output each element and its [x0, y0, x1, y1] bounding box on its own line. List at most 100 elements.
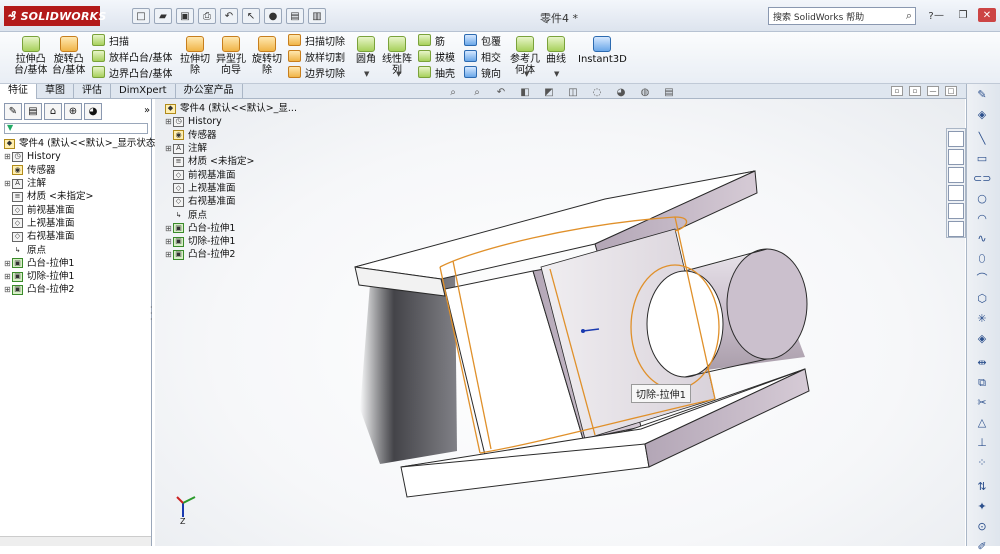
- draft-button[interactable]: 拔模: [418, 48, 455, 64]
- construction-geometry-icon[interactable]: △: [973, 416, 991, 430]
- display-manager-tab-icon[interactable]: ◕: [84, 103, 102, 120]
- file-explorer-icon[interactable]: [948, 167, 964, 183]
- viewport-maximize-icon[interactable]: □: [945, 86, 957, 96]
- repair-sketch-icon[interactable]: ✦: [973, 500, 991, 514]
- property-manager-tab-icon[interactable]: ▤: [24, 103, 42, 120]
- tree-item-sensors[interactable]: ◉ 传感器: [4, 164, 155, 177]
- move-entities-icon[interactable]: ⇅: [973, 480, 991, 494]
- horizontal-scrollbar[interactable]: [0, 536, 151, 546]
- arc-icon[interactable]: ◠: [973, 212, 991, 226]
- smart-dimension-icon[interactable]: ◈: [973, 108, 991, 122]
- expand-icon[interactable]: ⊞: [4, 270, 12, 283]
- tree-item-top-plane[interactable]: ◇ 上视基准面: [4, 217, 155, 230]
- tree-item-history[interactable]: ⊞ ◷ History: [4, 150, 155, 163]
- slot-icon[interactable]: ⊂⊃: [973, 172, 991, 186]
- tree-item-front-plane[interactable]: ◇ 前视基准面: [4, 203, 155, 216]
- undo-icon[interactable]: ↶: [220, 8, 238, 24]
- loft-cut-button[interactable]: 放样切割: [288, 48, 345, 64]
- help-search-input[interactable]: 搜索 SolidWorks 帮助 ⌕: [768, 7, 916, 25]
- tab-dimxpert[interactable]: DimXpert: [111, 84, 176, 99]
- boundary-cut-button[interactable]: 边界切除: [288, 64, 345, 80]
- mirror-entities-icon[interactable]: ⇹: [973, 356, 991, 370]
- quick-snaps-icon[interactable]: ⊙: [973, 520, 991, 534]
- part-model[interactable]: [155, 99, 965, 546]
- extrude-cut-button[interactable]: 拉伸切 除: [180, 36, 210, 76]
- tab-sketch[interactable]: 草图: [37, 84, 74, 99]
- close-icon[interactable]: ✕: [978, 8, 996, 22]
- solidworks-resources-icon[interactable]: [948, 131, 964, 147]
- custom-properties-icon[interactable]: [948, 221, 964, 237]
- new-icon[interactable]: □: [132, 8, 150, 24]
- expand-icon[interactable]: ⊞: [4, 150, 12, 163]
- file-properties-icon[interactable]: ▤: [286, 8, 304, 24]
- relations-icon[interactable]: ⊥: [973, 436, 991, 450]
- fillet-button[interactable]: 圆角: [356, 36, 376, 65]
- rectangle-icon[interactable]: ▭: [973, 152, 991, 166]
- sweep-cut-button[interactable]: 扫描切除: [288, 32, 345, 48]
- pattern-dropdown-icon[interactable]: ▼: [396, 70, 401, 78]
- expand-icon[interactable]: ⊞: [4, 177, 12, 190]
- appearances-icon[interactable]: [948, 203, 964, 219]
- tree-item-boss-extrude2[interactable]: ⊞ ▣ 凸台-拉伸2: [4, 283, 155, 296]
- mirror-button[interactable]: 镜向: [464, 64, 501, 80]
- circle-icon[interactable]: ○: [973, 192, 991, 206]
- restore-icon[interactable]: ❐: [954, 8, 972, 22]
- tab-evaluate[interactable]: 评估: [74, 84, 111, 99]
- offset-entities-icon[interactable]: ⧉: [973, 376, 991, 390]
- solidworks-logo[interactable]: ₰ SOLIDWORKS: [4, 6, 106, 26]
- sketch-icon[interactable]: ✎: [973, 88, 991, 102]
- viewport-minimize-icon[interactable]: —: [927, 86, 939, 96]
- configuration-manager-tab-icon[interactable]: ⌂: [44, 103, 62, 120]
- curves-button[interactable]: 曲线: [546, 36, 566, 65]
- tab-office-products[interactable]: 办公室产品: [176, 84, 243, 99]
- tree-item-annotations[interactable]: ⊞ A 注解: [4, 177, 155, 190]
- expand-icon[interactable]: ⊞: [4, 257, 12, 270]
- tab-features[interactable]: 特征: [0, 84, 37, 99]
- intersect-button[interactable]: 相交: [464, 48, 501, 64]
- hole-wizard-button[interactable]: 异型孔 向导: [216, 36, 246, 76]
- instant3d-button[interactable]: Instant3D: [578, 36, 627, 65]
- spline-icon[interactable]: ∿: [973, 232, 991, 246]
- minimize-icon[interactable]: —: [930, 8, 948, 22]
- tree-item-right-plane[interactable]: ◇ 右视基准面: [4, 230, 155, 243]
- tree-item-origin[interactable]: ↳ 原点: [4, 243, 155, 256]
- wrap-button[interactable]: 包覆: [464, 32, 501, 48]
- reference-geometry-dropdown-icon[interactable]: ▼: [524, 70, 529, 78]
- rib-button[interactable]: 筋: [418, 32, 445, 48]
- view-palette-icon[interactable]: [948, 185, 964, 201]
- save-icon[interactable]: ▣: [176, 8, 194, 24]
- point-icon[interactable]: ✳: [973, 312, 991, 326]
- revolve-cut-button[interactable]: 旋转切 除: [252, 36, 282, 76]
- ellipse-icon[interactable]: ⬯: [973, 252, 991, 266]
- boundary-boss-button[interactable]: 边界凸台/基体: [92, 64, 172, 80]
- tree-filter-input[interactable]: ▼: [4, 123, 148, 134]
- extrude-boss-button[interactable]: 拉伸凸 台/基体: [14, 36, 47, 76]
- panel-expand-icon[interactable]: »: [138, 103, 156, 120]
- trim-icon[interactable]: ✂: [973, 396, 991, 410]
- dimxpert-manager-tab-icon[interactable]: ⊕: [64, 103, 82, 120]
- shell-button[interactable]: 抽壳: [418, 64, 455, 80]
- viewport-tile-icon[interactable]: ▫: [909, 86, 921, 96]
- select-icon[interactable]: ↖: [242, 8, 260, 24]
- design-library-icon[interactable]: [948, 149, 964, 165]
- viewport-restore-icon[interactable]: ▫: [891, 86, 903, 96]
- sweep-button[interactable]: 扫描: [92, 32, 129, 48]
- options-icon[interactable]: ▥: [308, 8, 326, 24]
- rebuild-icon[interactable]: ●: [264, 8, 282, 24]
- tree-item-boss-extrude1[interactable]: ⊞ ▣ 凸台-拉伸1: [4, 257, 155, 270]
- tree-item-material[interactable]: ≡ 材质 <未指定>: [4, 190, 155, 203]
- plane-sketch-icon[interactable]: ◈: [973, 332, 991, 346]
- tree-item-cut-extrude1[interactable]: ⊞ ▣ 切除-拉伸1: [4, 270, 155, 283]
- search-icon[interactable]: ⌕: [906, 9, 912, 23]
- rapid-sketch-icon[interactable]: ✐: [973, 540, 991, 554]
- print-icon[interactable]: ⎙: [198, 8, 216, 24]
- graphics-area[interactable]: ⌕ ⌕ ↶ ◧ ◩ ◫ ◌ ◕ ◍ ▤ ▫ ▫ — □ ◆ 零件4 (默认<<默…: [155, 86, 965, 546]
- fillet-sketch-icon[interactable]: ⌒: [973, 272, 991, 286]
- fillet-dropdown-icon[interactable]: ▼: [364, 70, 369, 78]
- tree-root[interactable]: ◆ 零件4 (默认<<默认>_显示状态: [4, 137, 155, 150]
- revolve-boss-button[interactable]: 旋转凸 台/基体: [52, 36, 85, 76]
- pattern-sketch-icon[interactable]: ⁘: [973, 456, 991, 470]
- polygon-icon[interactable]: ⬡: [973, 292, 991, 306]
- curves-dropdown-icon[interactable]: ▼: [554, 70, 559, 78]
- feature-manager-tab-icon[interactable]: ✎: [4, 103, 22, 120]
